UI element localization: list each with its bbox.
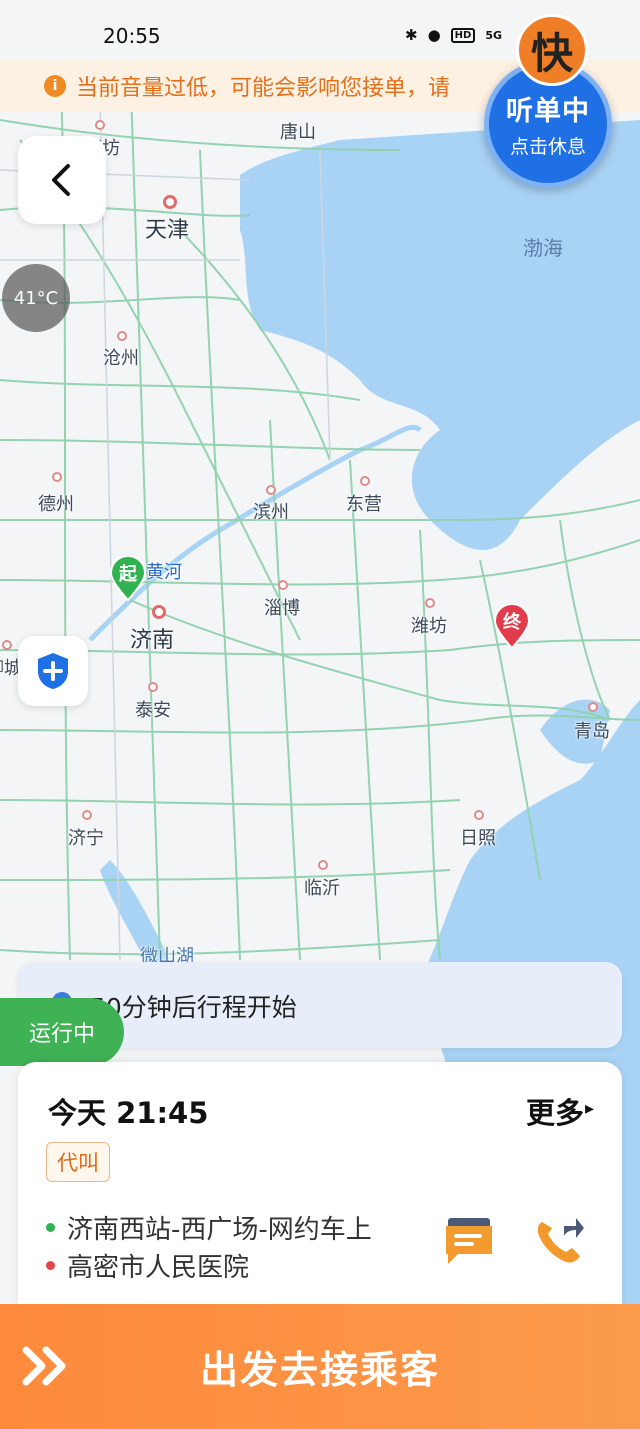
city-dot — [360, 476, 370, 486]
city-dot — [117, 331, 127, 341]
start-marker-label: 起 — [119, 564, 137, 585]
city-label: 沧州 — [103, 348, 139, 369]
city-dot — [266, 485, 276, 495]
volume-warning-text: 当前音量过低，可能会影响您接单，请 — [76, 76, 451, 101]
sea-label: 渤海 — [523, 236, 563, 260]
city-label: 济南 — [130, 628, 175, 653]
city-dot — [2, 640, 12, 650]
order-type-tag: 代叫 — [46, 1142, 110, 1182]
city-dot — [474, 810, 484, 820]
app-logo-badge[interactable]: 快 — [516, 14, 588, 86]
river-label: 黄河 — [146, 562, 182, 583]
chevron-right-icon: ▸ — [584, 1098, 594, 1119]
pickup-dot — [46, 1222, 55, 1232]
city-dot — [95, 120, 105, 130]
city-dot — [52, 472, 62, 482]
5g-signal-icon: 5G — [485, 28, 503, 42]
temperature-badge: 41°C — [2, 264, 70, 332]
hd-icon: HD — [450, 27, 476, 43]
order-card[interactable]: 今天 21:45 更多 ▸ 代叫 济南西站-西广场-网约车上 高密市人民医院 — [18, 1062, 622, 1312]
end-marker-label: 终 — [503, 612, 521, 633]
city-label: 潍坊 — [411, 616, 447, 637]
safety-button[interactable] — [18, 636, 88, 706]
city-label: 淄博 — [264, 598, 300, 619]
status-time: 20:55 — [103, 24, 161, 48]
call-button[interactable] — [532, 1214, 586, 1268]
city-label: 东营 — [346, 494, 382, 515]
city-dot — [152, 605, 166, 619]
city-dot — [278, 580, 288, 590]
city-dot — [588, 702, 598, 712]
message-icon — [446, 1218, 492, 1264]
city-label: 唐山 — [280, 122, 316, 143]
city-label: 日照 — [460, 828, 496, 849]
pickup-row: 济南西站-西广场-网约车上 — [46, 1208, 372, 1246]
city-label: 泰安 — [135, 700, 171, 721]
pickup-address: 济南西站-西广场-网约车上 — [67, 1214, 372, 1245]
city-dot — [148, 682, 158, 692]
shield-icon — [38, 653, 68, 689]
double-chevron-right-icon — [22, 1346, 66, 1386]
city-label: 青岛 — [574, 721, 610, 742]
rest-hint: 点击休息 — [509, 136, 586, 158]
route-info: 济南西站-西广场-网约车上 高密市人民医院 — [46, 1208, 372, 1284]
message-button[interactable] — [442, 1214, 496, 1268]
dropoff-address: 高密市人民医院 — [67, 1252, 250, 1283]
dropoff-dot — [46, 1260, 55, 1270]
action-label: 出发去接乘客 — [199, 1348, 440, 1392]
listening-status: 听单中 — [506, 96, 590, 127]
city-label: 天津 — [145, 218, 190, 243]
city-dot — [318, 860, 328, 870]
location-icon: ● — [427, 26, 441, 44]
phone-forward-icon — [537, 1218, 584, 1263]
city-label: 德州 — [38, 494, 74, 515]
end-marker[interactable]: 终 — [493, 604, 531, 650]
back-button[interactable] — [18, 136, 106, 224]
info-icon: i — [44, 75, 66, 97]
city-dot — [425, 598, 435, 608]
more-button[interactable]: 更多 — [526, 1090, 584, 1132]
city-label: 济宁 — [68, 828, 104, 849]
running-status-tag: 运行中 — [0, 998, 124, 1066]
city-dot — [163, 195, 177, 209]
order-time: 今天 21:45 — [48, 1096, 209, 1130]
city-label: 临沂 — [304, 878, 340, 899]
dropoff-row: 高密市人民医院 — [46, 1246, 372, 1284]
chevron-left-icon — [52, 164, 70, 196]
city-label: 滨州 — [253, 502, 289, 523]
city-dot — [82, 810, 92, 820]
status-icons: ✱ ● HD 5G — [405, 26, 502, 44]
bluetooth-icon: ✱ — [405, 26, 418, 44]
start-marker[interactable]: 起 — [109, 556, 147, 602]
depart-to-pickup-button[interactable]: 出发去接乘客 — [0, 1304, 640, 1429]
